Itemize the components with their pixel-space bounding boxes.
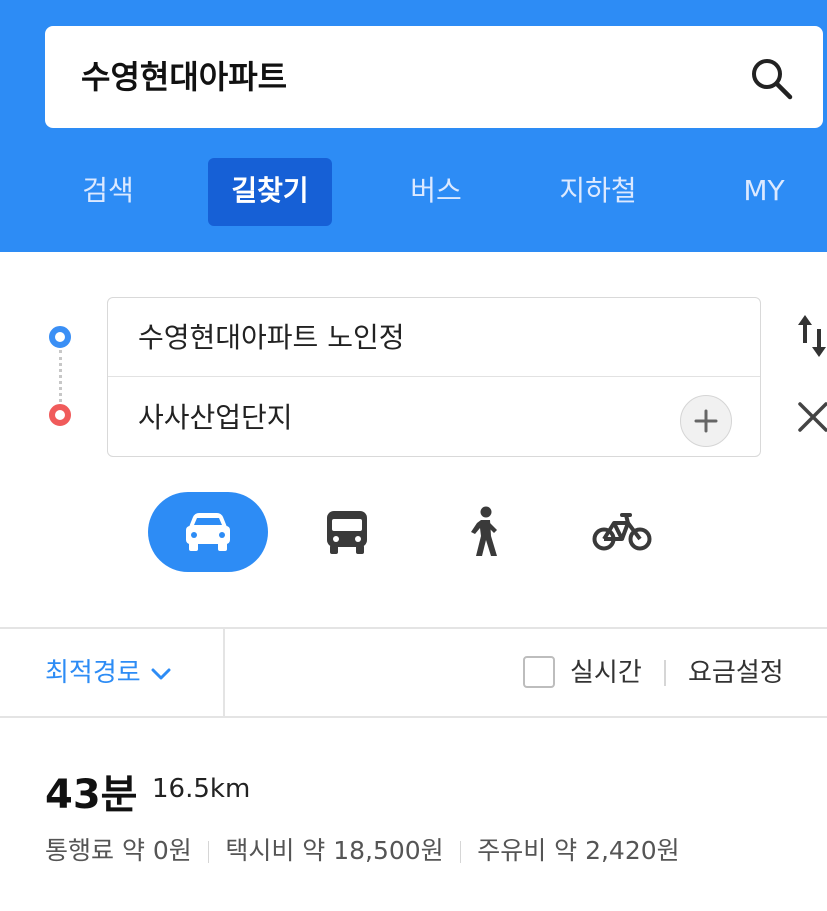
chevron-down-icon bbox=[151, 668, 171, 679]
fuel-cost: 주유비 약 2,420원 bbox=[477, 836, 680, 865]
bus-icon bbox=[327, 511, 367, 554]
header-bar: 수영현대아파트 검색 길찾기 버스 지하철 MY bbox=[0, 0, 827, 252]
route-input-box: 수영현대아파트 노인정 사사산업단지 bbox=[107, 297, 761, 457]
main-nav: 검색 길찾기 버스 지하철 MY bbox=[0, 158, 827, 228]
divider bbox=[207, 841, 210, 863]
bicycle-icon bbox=[592, 513, 652, 551]
fare-setting-button[interactable]: 요금설정 bbox=[688, 652, 784, 689]
origin-field[interactable]: 수영현대아파트 노인정 bbox=[108, 298, 760, 377]
route-costs: 통행료 약 0원 택시비 약 18,500원 주유비 약 2,420원 bbox=[45, 831, 680, 867]
tab-subway[interactable]: 지하철 bbox=[538, 158, 658, 226]
walking-icon bbox=[471, 506, 497, 556]
swap-icon[interactable] bbox=[796, 313, 827, 359]
divider bbox=[459, 841, 462, 863]
divider bbox=[0, 716, 827, 718]
route-type-label: 최적경로 bbox=[45, 658, 141, 688]
destination-marker bbox=[49, 404, 71, 426]
plus-icon bbox=[694, 409, 718, 433]
mode-bike-button[interactable] bbox=[562, 492, 682, 572]
search-icon[interactable] bbox=[749, 56, 793, 100]
divider bbox=[664, 660, 666, 686]
taxi-cost: 택시비 약 18,500원 bbox=[225, 836, 444, 865]
close-icon[interactable] bbox=[797, 400, 827, 434]
mode-walk-button[interactable] bbox=[424, 492, 544, 572]
tab-bus[interactable]: 버스 bbox=[388, 158, 484, 226]
divider bbox=[223, 627, 225, 717]
divider bbox=[0, 627, 827, 629]
search-box[interactable]: 수영현대아파트 bbox=[45, 26, 823, 128]
car-icon bbox=[186, 513, 230, 551]
destination-label: 사사산업단지 bbox=[138, 401, 293, 434]
destination-field[interactable]: 사사산업단지 bbox=[108, 378, 760, 457]
tab-search[interactable]: 검색 bbox=[62, 158, 154, 226]
tab-my[interactable]: MY bbox=[722, 158, 806, 226]
origin-marker bbox=[49, 326, 71, 348]
route-type-dropdown[interactable]: 최적경로 bbox=[45, 652, 171, 689]
mode-bus-button[interactable] bbox=[287, 492, 407, 572]
route-connector bbox=[59, 350, 62, 402]
tab-directions[interactable]: 길찾기 bbox=[208, 158, 332, 226]
realtime-checkbox[interactable] bbox=[523, 656, 555, 688]
add-waypoint-button[interactable] bbox=[680, 395, 732, 447]
route-duration: 43분 bbox=[45, 772, 138, 818]
search-input[interactable]: 수영현대아파트 bbox=[81, 52, 287, 98]
toll-cost: 통행료 약 0원 bbox=[45, 836, 192, 865]
route-distance: 16.5km bbox=[152, 774, 251, 804]
mode-car-button[interactable] bbox=[148, 492, 268, 572]
realtime-label: 실시간 bbox=[570, 658, 642, 688]
